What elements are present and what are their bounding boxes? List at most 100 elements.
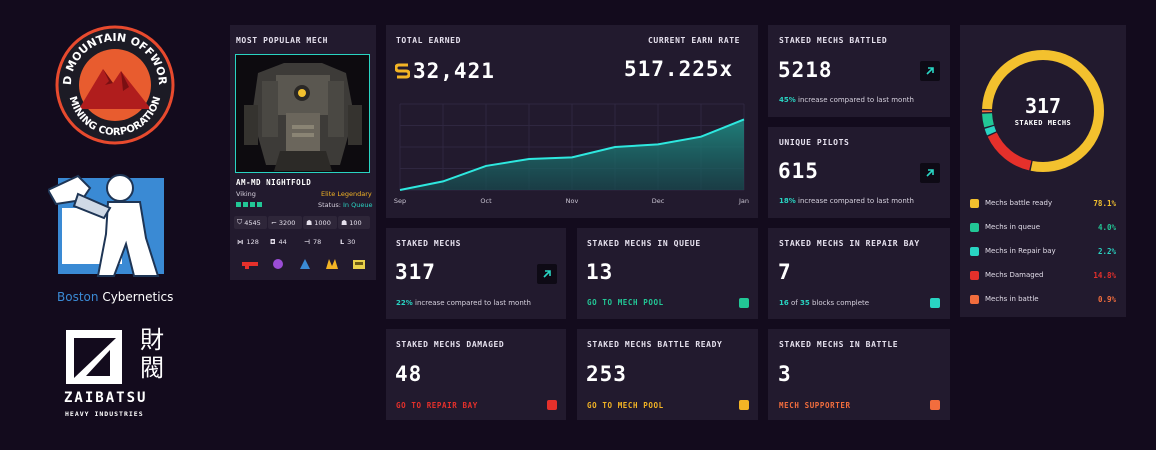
mech-stat-4: ☗ 100 bbox=[338, 216, 370, 229]
legend-name: Mechs Damaged bbox=[985, 271, 1044, 279]
repair-blocks-done: 16 bbox=[779, 299, 789, 307]
mech-pips bbox=[236, 202, 262, 207]
mech-stat-3: ☗ 1000 bbox=[303, 216, 337, 229]
weapon-purple-icon bbox=[273, 259, 283, 269]
damaged-label: STAKED MECHS DAMAGED bbox=[396, 340, 505, 349]
gun-icon: ⌐ bbox=[271, 218, 277, 227]
mech-image bbox=[235, 54, 370, 173]
total-earned-label: TOTAL EARNED bbox=[396, 36, 461, 45]
legend-row: Mechs in battle 0.9% bbox=[970, 294, 1116, 306]
battle-ready-link[interactable]: GO TO MECH POOL bbox=[587, 401, 664, 410]
pilots-pct: 18% bbox=[779, 197, 796, 205]
armor-icon: ◘ bbox=[270, 238, 276, 246]
mech-stat-1-value: 4545 bbox=[244, 218, 261, 227]
donut-total: 317 bbox=[1024, 94, 1062, 118]
x-tick-label: Sep bbox=[394, 197, 406, 205]
leg-icon: L bbox=[340, 238, 345, 246]
earnings-chart: Sep Oct Nov Dec Jan bbox=[394, 103, 749, 205]
weapon-gold-icon bbox=[326, 259, 338, 269]
weapon-blue-icon bbox=[300, 259, 310, 269]
legend-name: Mechs in battle bbox=[985, 295, 1039, 303]
legend-dot bbox=[970, 223, 979, 232]
staked-arrow-button[interactable] bbox=[537, 264, 557, 284]
repair-label: STAKED MECHS IN REPAIR BAY bbox=[779, 239, 920, 248]
mech-name: AM-MD NIGHTFOLD bbox=[236, 178, 312, 187]
legend-name: Mechs battle ready bbox=[985, 199, 1053, 207]
in-battle-value: 3 bbox=[778, 362, 792, 386]
zaibatsu-logo: 財 閥 ZAIBATSU HEAVY INDUSTRIES bbox=[60, 326, 172, 424]
boston-label-a: Boston bbox=[57, 290, 99, 304]
repair-of: of bbox=[790, 299, 798, 307]
popular-mech-heading: MOST POPULAR MECH bbox=[236, 36, 329, 45]
earn-rate-value: 517.225x bbox=[624, 57, 734, 81]
boston-label-b: Cybernetics bbox=[102, 290, 174, 304]
boston-cybernetics-logo bbox=[46, 168, 168, 280]
pilots-label: UNIQUE PILOTS bbox=[779, 138, 850, 147]
in-battle-link[interactable]: MECH SUPPORTER bbox=[779, 401, 851, 410]
x-tick-label: Oct bbox=[480, 197, 492, 205]
legend-dot bbox=[970, 271, 979, 280]
pilots-text: increase compared to last month bbox=[798, 197, 914, 205]
total-earned-value: 32,421 bbox=[413, 59, 495, 83]
zaibatsu-kanji-1: 財 bbox=[140, 326, 164, 354]
battled-label: STAKED MECHS BATTLED bbox=[779, 36, 888, 45]
mech-type: Viking bbox=[236, 190, 256, 198]
mech-stat-3-value: 1000 bbox=[314, 218, 331, 227]
legend-pct: 78.1% bbox=[1093, 199, 1116, 208]
weapon-yellow-icon bbox=[353, 260, 365, 269]
in-battle-label: STAKED MECHS IN BATTLE bbox=[779, 340, 899, 349]
repair-text: blocks complete bbox=[811, 299, 870, 307]
battle-ready-value: 253 bbox=[586, 362, 627, 386]
damaged-link[interactable]: GO TO REPAIR BAY bbox=[396, 401, 478, 410]
mech-rarity: Elite Legendary bbox=[321, 190, 372, 198]
staked-text: increase compared to last month bbox=[415, 299, 531, 307]
mech-stat-2-value: 3200 bbox=[278, 218, 296, 227]
zaibatsu-kanji-2: 閥 bbox=[140, 354, 164, 382]
earn-rate-label: CURRENT EARN RATE bbox=[648, 36, 741, 45]
sups-coin-icon bbox=[395, 63, 410, 79]
shield-icon: ⛉ bbox=[237, 218, 243, 226]
legend-pct: 14.8% bbox=[1093, 271, 1116, 280]
queue-value: 13 bbox=[586, 260, 614, 284]
x-tick-label: Nov bbox=[566, 197, 579, 205]
pilots-value: 615 bbox=[778, 159, 819, 183]
queue-label: STAKED MECHS IN QUEUE bbox=[587, 239, 701, 248]
repair-blocks-total: 35 bbox=[799, 299, 810, 307]
battled-arrow-button[interactable] bbox=[920, 61, 940, 81]
queue-indicator bbox=[739, 298, 749, 308]
speed-icon: ⋈ bbox=[237, 238, 244, 246]
legend-dot bbox=[970, 295, 979, 304]
staked-value: 317 bbox=[395, 260, 436, 284]
legend-row: Mechs in Repair bay 2.2% bbox=[970, 246, 1116, 258]
zaibatsu-title: ZAIBATSU bbox=[64, 390, 148, 406]
battled-text: increase compared to last month bbox=[798, 96, 914, 104]
arrow-up-right-icon bbox=[926, 67, 934, 75]
staked-label: STAKED MECHS bbox=[396, 239, 461, 248]
red-mountain-logo: RED MOUNTAIN OFFWORLD MINING CORPORATION bbox=[50, 15, 175, 145]
donut-label: STAKED MECHS bbox=[1014, 119, 1072, 127]
arrow-up-right-icon bbox=[926, 169, 934, 177]
legend-row: Mechs in queue 4.0% bbox=[970, 222, 1116, 234]
mech-status-label: Status: bbox=[318, 201, 341, 209]
mech-stat2-3: 78 bbox=[312, 238, 322, 246]
x-tick-label: Jan bbox=[738, 197, 749, 205]
mech-stat2-1: 128 bbox=[246, 238, 259, 246]
repair-value: 7 bbox=[778, 260, 792, 284]
legend-name: Mechs in Repair bay bbox=[985, 247, 1056, 255]
in-battle-indicator bbox=[930, 400, 940, 410]
battled-pct: 45% bbox=[779, 96, 796, 104]
zaibatsu-subtitle: HEAVY INDUSTRIES bbox=[65, 410, 144, 418]
legend-pct: 2.2% bbox=[1097, 247, 1116, 256]
mech-stat-1: ⛉ 4545 bbox=[234, 216, 267, 229]
legend-dot bbox=[970, 199, 979, 208]
repair-indicator bbox=[930, 298, 940, 308]
arrow-up-right-icon bbox=[543, 270, 551, 278]
mech-stat2-4: 30 bbox=[347, 238, 356, 246]
battle-ready-indicator bbox=[739, 400, 749, 410]
queue-link[interactable]: GO TO MECH POOL bbox=[587, 298, 664, 307]
mech-head-icon: ☗ bbox=[306, 218, 313, 227]
mech-stat2-2: 44 bbox=[278, 238, 287, 246]
legend-dot bbox=[970, 247, 979, 256]
pilots-arrow-button[interactable] bbox=[920, 163, 940, 183]
cannon-icon: ⊣ bbox=[304, 238, 310, 246]
